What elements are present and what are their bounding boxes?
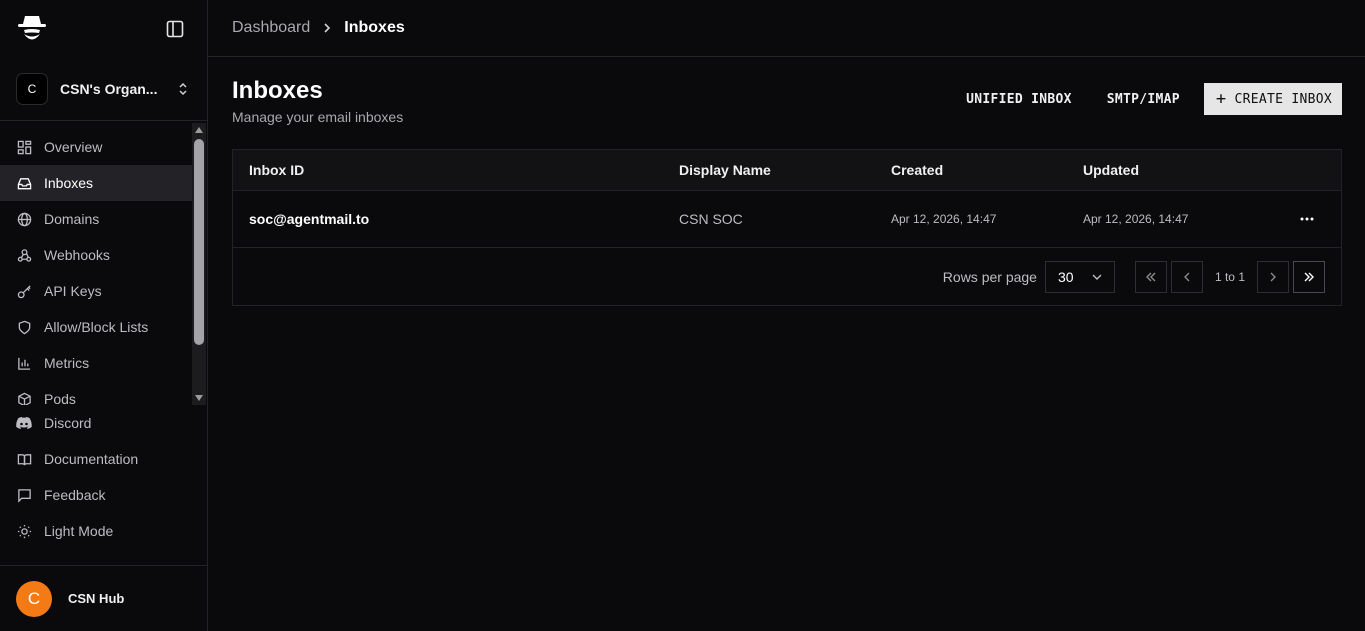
book-icon (16, 451, 32, 467)
plus-icon: + (1215, 88, 1227, 109)
globe-icon (16, 211, 32, 227)
shield-icon (16, 319, 32, 335)
sidebar-item-label: Webhooks (44, 247, 110, 263)
sidebar-item-allow-block-lists[interactable]: Allow/Block Lists (0, 309, 193, 345)
page-info: 1 to 1 (1214, 269, 1245, 284)
scroll-down-icon[interactable] (195, 395, 203, 401)
header-actions: UNIFIED INBOX SMTP/IMAP + CREATE INBOX (943, 77, 1342, 149)
create-inbox-button[interactable]: + CREATE INBOX (1203, 83, 1342, 115)
chevron-left-icon (1183, 272, 1190, 281)
user-name: CSN Hub (68, 591, 125, 606)
sidebar-scrollbar[interactable] (192, 123, 206, 405)
user-avatar: C (16, 580, 52, 617)
org-name: CSN's Organ... (60, 80, 158, 97)
smtp-imap-button[interactable]: SMTP/IMAP (1095, 83, 1192, 115)
cell-inbox-id: soc@agentmail.to (249, 211, 370, 227)
scroll-up-icon[interactable] (195, 127, 203, 133)
sidebar-nav: Overview Inboxes Domains Webhooks API Ke… (0, 121, 207, 405)
create-inbox-label: CREATE INBOX (1234, 91, 1332, 107)
unified-inbox-button[interactable]: UNIFIED INBOX (954, 83, 1084, 115)
cell-display-name: CSN SOC (679, 211, 743, 227)
sidebar-item-label: Light Mode (44, 523, 114, 539)
more-horizontal-icon[interactable] (1295, 207, 1319, 231)
sidebar-item-domains[interactable]: Domains (0, 201, 193, 237)
sidebar-item-label: API Keys (44, 283, 102, 299)
key-icon (16, 283, 32, 299)
previous-page-button[interactable] (1170, 260, 1203, 293)
sidebar-item-label: Metrics (44, 355, 90, 371)
page-heading: Inboxes Manage your email inboxes (232, 77, 403, 149)
page-header: Inboxes Manage your email inboxes UNIFIE… (208, 57, 1365, 149)
sidebar-item-label: Allow/Block Lists (44, 319, 149, 335)
sidebar-item-label: Domains (44, 211, 100, 227)
sidebar-item-inboxes[interactable]: Inboxes (0, 165, 193, 201)
column-header-created: Created (891, 162, 944, 178)
chevrons-up-down-icon (179, 82, 187, 95)
org-avatar: C (16, 72, 48, 105)
sidebar-top (0, 0, 207, 57)
sidebar-item-api-keys[interactable]: API Keys (0, 273, 193, 309)
rows-per-page-select[interactable]: 30 (1044, 260, 1115, 293)
breadcrumb-dashboard-link[interactable]: Dashboard (232, 19, 310, 37)
cell-actions (1273, 207, 1341, 231)
sidebar-item-feedback[interactable]: Feedback (0, 477, 193, 513)
discord-icon (16, 415, 32, 431)
sidebar: C CSN's Organ... Overview Inboxes Domain… (0, 0, 208, 631)
rows-per-page-label: Rows per page (942, 268, 1037, 285)
webhook-icon (16, 247, 32, 263)
sidebar-item-label: Discord (44, 415, 92, 431)
sidebar-item-overview[interactable]: Overview (0, 129, 193, 165)
spy-logo-icon[interactable] (16, 13, 48, 45)
nav-scroll-area: Overview Inboxes Domains Webhooks API Ke… (0, 121, 207, 405)
sidebar-bottom-nav: Discord Documentation Feedback Light Mod… (0, 405, 207, 549)
sidebar-toggle-icon[interactable] (165, 19, 185, 39)
inbox-icon (16, 175, 32, 191)
sidebar-item-label: Documentation (44, 451, 139, 467)
org-switcher[interactable]: C CSN's Organ... (0, 57, 207, 121)
sidebar-item-label: Overview (44, 139, 103, 155)
inboxes-table: Inbox ID Display Name Created Updated so… (232, 149, 1342, 306)
sidebar-item-documentation[interactable]: Documentation (0, 441, 193, 477)
bar-chart-icon (16, 355, 32, 371)
sidebar-item-label: Inboxes (44, 175, 94, 191)
cell-updated: Apr 12, 2026, 14:47 (1083, 212, 1189, 226)
pagination: Rows per page 30 1 to 1 (233, 248, 1341, 305)
sidebar-item-discord[interactable]: Discord (0, 405, 193, 441)
sidebar-item-label: Pods (44, 391, 76, 405)
rows-per-page-value: 30 (1057, 268, 1074, 285)
chevron-right-icon (322, 20, 332, 36)
sun-icon (16, 523, 32, 539)
cell-created: Apr 12, 2026, 14:47 (891, 212, 997, 226)
app-root: C CSN's Organ... Overview Inboxes Domain… (0, 0, 1365, 631)
next-page-button[interactable] (1257, 260, 1289, 293)
chevrons-right-icon (1304, 272, 1314, 281)
column-header-updated: Updated (1083, 162, 1139, 178)
sidebar-item-light-mode[interactable]: Light Mode (0, 513, 193, 549)
page-subtitle: Manage your email inboxes (232, 109, 404, 125)
main-content: Dashboard Inboxes Inboxes Manage your em… (208, 0, 1365, 631)
scrollbar-thumb[interactable] (194, 139, 204, 345)
column-header-inbox-id: Inbox ID (249, 162, 305, 178)
column-header-display-name: Display Name (679, 162, 771, 178)
chevrons-left-icon (1145, 272, 1156, 281)
message-icon (16, 487, 32, 503)
table-row[interactable]: soc@agentmail.to CSN SOC Apr 12, 2026, 1… (233, 191, 1341, 248)
breadcrumb-current: Inboxes (344, 19, 405, 36)
last-page-button[interactable] (1293, 260, 1325, 293)
sidebar-item-metrics[interactable]: Metrics (0, 345, 193, 381)
sidebar-item-webhooks[interactable]: Webhooks (0, 237, 193, 273)
breadcrumb: Dashboard Inboxes (208, 0, 1365, 57)
grid-icon (16, 139, 32, 155)
sidebar-item-pods[interactable]: Pods (0, 381, 193, 405)
page-title: Inboxes (232, 77, 323, 104)
sidebar-item-label: Feedback (44, 487, 106, 503)
first-page-button[interactable] (1134, 260, 1167, 293)
chevron-right-icon (1270, 272, 1276, 281)
box-icon (16, 391, 32, 405)
user-menu[interactable]: C CSN Hub (0, 565, 207, 631)
table-header: Inbox ID Display Name Created Updated (233, 150, 1341, 191)
chevron-down-icon (1092, 274, 1102, 280)
